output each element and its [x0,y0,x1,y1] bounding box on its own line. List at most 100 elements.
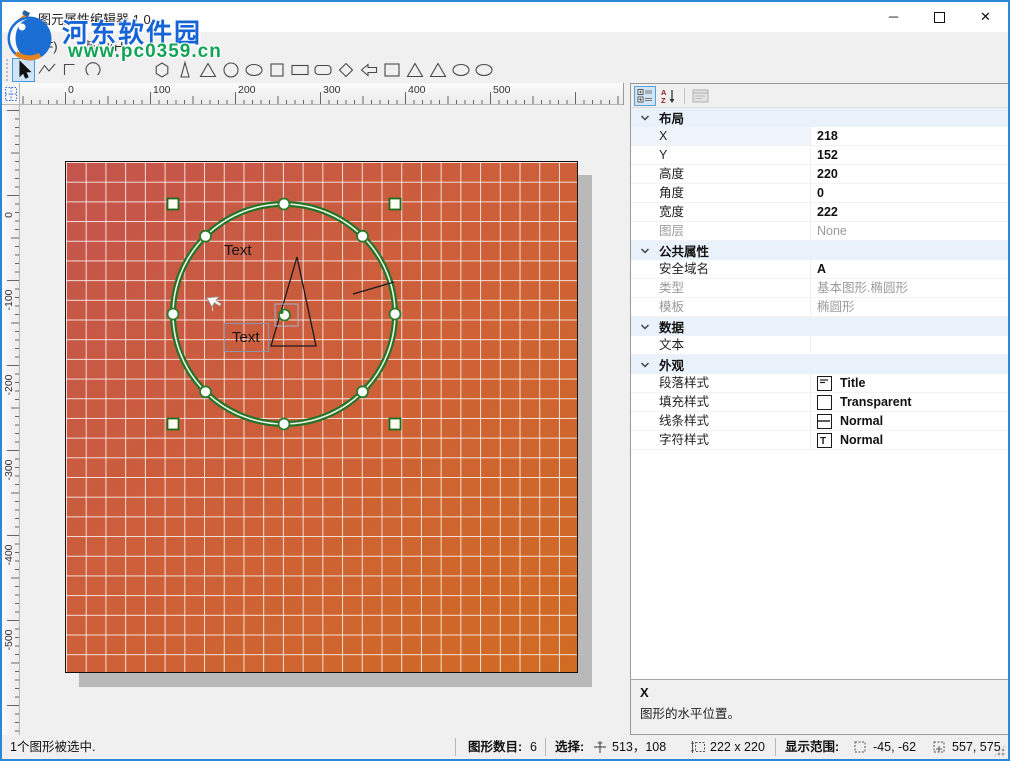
corner-handle[interactable] [168,199,179,210]
rectangle-tool-icon [290,60,310,80]
ellipse-tool-2[interactable] [449,58,472,82]
property-category-公共属性[interactable]: 公共属性 [631,241,1008,260]
triangle-tool-2[interactable] [403,58,426,82]
property-value-text: None [817,222,847,240]
property-row-角度[interactable]: 角度0 [631,184,1008,203]
property-row-X[interactable]: X218 [631,127,1008,146]
property-value[interactable] [811,336,1008,354]
canvas-text-label[interactable]: Text [232,329,260,346]
property-row-字符样式[interactable]: 字符样式TNormal [631,431,1008,450]
property-value[interactable]: A [811,260,1008,278]
svg-text:Z: Z [661,96,666,104]
rounded-rectangle-tool[interactable] [311,58,334,82]
h-ruler-label: 400 [408,84,426,96]
property-value[interactable]: 0 [811,184,1008,202]
corner-handle[interactable] [390,199,401,210]
property-row-填充样式[interactable]: 填充样式Transparent [631,393,1008,412]
property-description-text: 图形的水平位置。 [640,703,999,722]
round-handle[interactable] [168,309,179,320]
property-row-高度[interactable]: 高度220 [631,165,1008,184]
drawing-canvas[interactable]: Text Text [65,161,578,673]
property-name: 线条样式 [631,412,811,430]
round-handle[interactable] [357,231,368,242]
property-value[interactable]: 222 [811,203,1008,221]
property-pages-button[interactable] [689,86,711,106]
maximize-button[interactable] [917,2,962,32]
property-value-text: 基本图形.椭圆形 [817,279,908,297]
menu-item-help[interactable]: 帮助(H) [71,32,141,59]
angle-line-tool[interactable] [58,58,81,82]
property-value[interactable]: 椭圆形 [811,298,1008,316]
property-value[interactable]: 220 [811,165,1008,183]
triangle-tool-3-icon [428,60,448,80]
sort-az-button[interactable]: A Z [657,86,679,106]
circle-tool[interactable] [219,58,242,82]
hexagon-tool[interactable] [150,58,173,82]
property-row-图层[interactable]: 图层None [631,222,1008,241]
corner-handle[interactable] [390,419,401,430]
toolbar-grip[interactable] [4,59,12,81]
text-tool-icon: ab [106,60,126,80]
canvas-text-selection-box[interactable]: Text [224,323,269,352]
canvas-text-label[interactable]: Text [224,242,252,259]
toolbar-separator [684,88,685,104]
polyline-tool-icon [37,60,57,80]
property-category-布局[interactable]: 布局 [631,108,1008,127]
v-ruler-label: -100 [3,282,15,318]
property-row-类型[interactable]: 类型基本图形.椭圆形 [631,279,1008,298]
arc-tool[interactable] [81,58,104,82]
canvas-viewport[interactable]: Text Text [20,105,624,735]
property-value[interactable]: Title [811,374,1008,392]
ellipse-tool[interactable] [242,58,265,82]
property-row-段落样式[interactable]: 段落样式Title [631,374,1008,393]
round-handle[interactable] [200,386,211,397]
category-label: 布局 [659,108,684,127]
line-shape[interactable] [353,282,394,294]
rectangle-tool[interactable] [288,58,311,82]
property-row-宽度[interactable]: 宽度222 [631,203,1008,222]
property-value[interactable]: None [811,222,1008,240]
property-row-文本[interactable]: 文本 [631,336,1008,355]
property-category-数据[interactable]: 数据 [631,317,1008,336]
property-category-外观[interactable]: 外观 [631,355,1008,374]
triangle-tool-3[interactable] [426,58,449,82]
close-button[interactable]: ✕ [963,2,1008,32]
triangle-tool[interactable] [196,58,219,82]
round-handle[interactable] [357,386,368,397]
property-row-安全域名[interactable]: 安全域名A [631,260,1008,279]
property-value[interactable]: 152 [811,146,1008,164]
corner-handle[interactable] [168,419,179,430]
select-tool[interactable] [12,58,35,82]
property-value[interactable]: TNormal [811,431,1008,449]
property-row-Y[interactable]: Y152 [631,146,1008,165]
categorized-button[interactable] [634,86,656,106]
image-tool[interactable] [380,58,403,82]
diamond-tool[interactable] [334,58,357,82]
svg-text:ab: ab [131,63,145,77]
round-handle[interactable] [279,199,290,210]
property-row-线条样式[interactable]: 线条样式Normal [631,412,1008,431]
property-row-模板[interactable]: 模板椭圆形 [631,298,1008,317]
text-tool-2[interactable]: ab [127,58,150,82]
arrow-left-tool[interactable] [357,58,380,82]
menu-item-file[interactable]: 文件(F) [2,32,71,59]
property-value[interactable]: Normal [811,412,1008,430]
property-value[interactable]: Transparent [811,393,1008,411]
text-tool-2-icon: ab [129,60,149,80]
round-handle[interactable] [200,231,211,242]
property-value[interactable]: 218 [811,127,1008,145]
round-handle[interactable] [279,419,290,430]
polyline-tool[interactable] [35,58,58,82]
minimize-button[interactable]: ─ [871,2,916,32]
square-tool[interactable] [265,58,288,82]
property-value[interactable]: 基本图形.椭圆形 [811,279,1008,297]
vertical-ruler: 0-100-200-300-400-500 [2,105,20,735]
property-panel: A Z 布局X218Y152高度220角度0宽度222图层None公共属性安全域… [630,83,1009,735]
property-name: 类型 [631,279,811,297]
arrow-left-tool-icon [359,60,379,80]
ellipse-tool-3[interactable] [472,58,495,82]
text-tool[interactable]: ab [104,58,127,82]
narrow-triangle-tool[interactable] [173,58,196,82]
triangle-shape[interactable] [271,257,316,346]
round-handle[interactable] [390,309,401,320]
